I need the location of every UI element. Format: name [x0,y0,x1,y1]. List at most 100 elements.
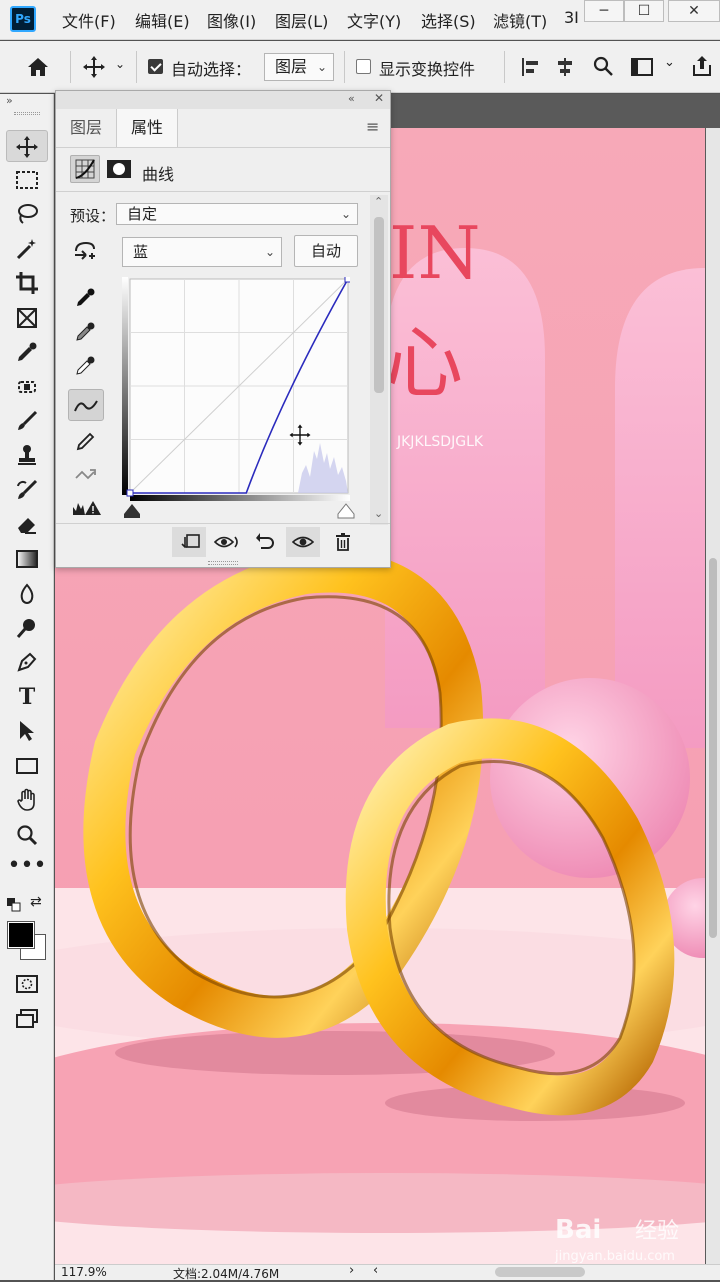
hand-tool[interactable] [6,784,48,816]
mask-icon[interactable] [106,159,132,179]
align-left-icon[interactable] [520,56,542,78]
quick-mask-icon[interactable] [15,974,39,994]
workspace-icon[interactable] [630,56,656,78]
chevron-down-icon[interactable]: ⌄ [664,55,675,70]
pen-tool[interactable] [6,646,48,678]
history-brush-tool[interactable] [6,474,48,506]
magic-wand-tool[interactable] [6,233,48,265]
align-center-icon[interactable] [554,56,576,78]
clipping-warning-icon[interactable] [68,499,104,531]
output-gradient-bar [122,277,128,495]
close-icon[interactable]: ✕ [668,0,720,22]
spot-healing-tool[interactable] [6,371,48,403]
crop-tool[interactable] [6,267,48,299]
scroll-down-icon[interactable]: ⌄ [374,507,383,520]
screen-mode-icon[interactable] [15,1008,41,1030]
scrollbar-thumb[interactable] [374,217,384,393]
auto-select-target-dropdown[interactable]: 图层 ⌄ [264,53,334,81]
path-selection-tool[interactable] [6,715,48,747]
eyedropper-icon [18,342,37,361]
curves-grid-icon [75,159,95,179]
zoom-level[interactable]: 117.9% [61,1265,107,1279]
default-colors-icon[interactable] [7,898,21,912]
collapse-icon[interactable]: « [348,92,355,105]
target-adjustment-icon[interactable] [72,239,100,263]
dodge-tool[interactable] [6,612,48,644]
scroll-left-icon[interactable]: ‹ [373,1263,378,1278]
auto-select-checkbox[interactable] [148,59,163,74]
visibility-icon[interactable] [286,527,320,557]
expand-icon[interactable]: » [6,94,13,107]
curve-point-black[interactable] [126,489,134,497]
menu-image[interactable]: 图像(I) [207,8,256,32]
grip-handle[interactable] [14,112,40,115]
scroll-up-icon[interactable]: ⌃ [374,195,383,208]
white-point-eyedropper[interactable] [68,349,104,381]
eyedropper-white-icon [76,356,95,375]
menu-filter[interactable]: 滤镜(T) [493,8,547,32]
panel-scrollbar[interactable]: ⌃ ⌄ [370,195,388,525]
curves-adjustment-icon[interactable] [70,155,100,183]
home-icon[interactable] [26,56,50,78]
swap-colors-icon[interactable]: ⇄ [30,894,42,910]
brush-tool[interactable] [6,405,48,437]
resize-grip[interactable] [208,561,238,565]
channel-dropdown[interactable]: 蓝 ⌄ [122,237,282,267]
curve-graph[interactable] [122,275,352,501]
tab-layers[interactable]: 图层 [56,109,116,147]
lasso-tool[interactable] [6,198,48,230]
reset-icon[interactable] [248,527,282,557]
eraser-tool[interactable] [6,509,48,541]
lasso-icon [18,204,38,224]
scrollbar-thumb[interactable] [709,558,717,938]
delete-icon[interactable] [326,527,360,557]
menu-file[interactable]: 文件(F) [62,8,116,32]
minimize-icon[interactable]: ─ [584,0,624,22]
view-previous-icon[interactable] [210,527,244,557]
gray-point-eyedropper[interactable] [68,315,104,347]
auto-button[interactable]: 自动 [294,235,358,267]
curve-point-white[interactable] [344,275,352,283]
search-icon[interactable] [592,55,614,77]
document-info[interactable]: 文档:2.04M/4.76M [173,1265,279,1282]
menu-edit[interactable]: 编辑(E) [135,8,190,32]
frame-tool[interactable] [6,302,48,334]
preset-dropdown[interactable]: 自定 ⌄ [116,203,358,225]
type-tool[interactable]: T [6,681,48,713]
panel-header[interactable]: « ✕ [56,91,390,109]
edit-points-tool[interactable] [68,389,104,421]
divider [56,191,390,192]
gradient-tool[interactable] [6,543,48,575]
black-point-eyedropper[interactable] [68,281,104,313]
draw-curve-tool[interactable] [68,425,104,457]
share-icon[interactable] [690,54,714,78]
more-tools-icon[interactable]: ••• [6,854,48,886]
zoom-tool[interactable] [6,819,48,851]
maximize-icon[interactable]: ☐ [624,0,664,22]
clone-stamp-tool[interactable] [6,439,48,471]
marquee-tool[interactable] [6,164,48,196]
menu-type[interactable]: 文字(Y) [347,8,401,32]
move-icon[interactable] [82,55,106,79]
menu-select[interactable]: 选择(S) [421,8,476,32]
white-input-slider[interactable] [336,503,356,519]
horizontal-scrollbar-thumb[interactable] [495,1267,585,1277]
panel-menu-icon[interactable]: ≡ [366,117,379,136]
black-input-slider[interactable] [122,503,142,519]
panel-close-icon[interactable]: ✕ [374,91,384,105]
menu-3d[interactable]: 3I [564,8,579,27]
rectangle-tool[interactable] [6,750,48,782]
curve-graph-canvas[interactable] [122,275,352,501]
vertical-scrollbar[interactable] [706,128,720,1264]
chevron-down-icon[interactable]: ⌄ [115,57,125,71]
menu-layer[interactable]: 图层(L) [275,8,328,32]
move-tool[interactable] [6,130,48,162]
eyedropper-tool[interactable] [6,336,48,368]
blur-tool[interactable] [6,578,48,610]
show-transform-checkbox[interactable] [356,59,371,74]
smooth-curve-tool[interactable] [68,459,104,491]
foreground-color-swatch[interactable] [7,921,35,949]
tab-properties[interactable]: 属性 [116,109,179,147]
clip-to-layer-icon[interactable] [172,527,206,557]
chevron-right-icon[interactable]: › [349,1263,354,1278]
